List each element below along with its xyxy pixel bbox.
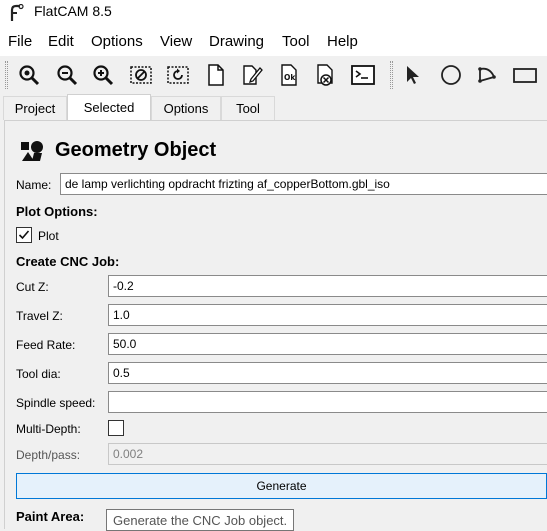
travel-z-label: Travel Z:: [16, 309, 63, 323]
shell-icon: [351, 65, 375, 85]
object-title: Geometry Object: [55, 139, 217, 161]
name-label: Name:: [16, 178, 52, 192]
menu-view[interactable]: View: [160, 33, 192, 50]
tab-selected[interactable]: Selected: [67, 94, 151, 120]
plot-label: Plot: [38, 229, 59, 243]
feed-rate-label: Feed Rate:: [16, 338, 76, 352]
cut-z-label: Cut Z:: [16, 280, 49, 294]
menu-edit[interactable]: Edit: [48, 33, 74, 50]
select-tool-icon: [407, 66, 419, 84]
replot-icon: [167, 66, 189, 84]
depth-pass-input[interactable]: 0.002: [108, 443, 547, 465]
zoom-fit-button[interactable]: [15, 62, 43, 88]
cut-z-input[interactable]: -0.2: [108, 275, 547, 297]
delete-icon: [317, 64, 333, 86]
tab-project[interactable]: Project: [3, 96, 67, 120]
tab-tool[interactable]: Tool: [221, 96, 275, 120]
geometry-object-icon: [21, 141, 43, 161]
circle-tool-button[interactable]: [437, 62, 465, 88]
checkmark-icon: [18, 230, 30, 240]
zoom-in-icon: [93, 65, 114, 86]
travel-z-input[interactable]: 1.0: [108, 304, 547, 326]
multi-depth-checkbox[interactable]: [108, 420, 124, 436]
new-project-button[interactable]: [202, 62, 230, 88]
paint-area-heading: Paint Area:: [16, 509, 85, 524]
svg-text:Ok: Ok: [284, 73, 296, 82]
generate-tooltip: Generate the CNC Job object.: [106, 509, 295, 531]
tab-tool-label: Tool: [236, 101, 260, 116]
select-tool-button[interactable]: [399, 62, 427, 88]
tool-dia-label: Tool dia:: [16, 367, 61, 381]
menu-options[interactable]: Options: [91, 33, 143, 50]
generate-button-label: Generate: [256, 479, 307, 493]
toolbar-handle-2[interactable]: [390, 61, 393, 89]
notebook-tabs: Project Selected Options Tool: [0, 94, 547, 120]
feed-rate-input[interactable]: 50.0: [108, 333, 547, 355]
clear-plot-button[interactable]: [127, 62, 155, 88]
toolbar: Ok: [0, 56, 547, 94]
zoom-in-button[interactable]: [89, 62, 117, 88]
create-cnc-heading: Create CNC Job:: [16, 254, 120, 269]
tab-project-label: Project: [14, 101, 56, 116]
generate-button[interactable]: Generate: [16, 473, 547, 499]
menu-file[interactable]: File: [8, 33, 32, 50]
update-geometry-icon: Ok: [281, 64, 297, 86]
zoom-fit-icon: [19, 65, 40, 86]
spindle-speed-input[interactable]: [108, 391, 547, 413]
menu-bar: File Edit Options View Drawing Tool Help: [0, 26, 547, 56]
zoom-out-icon: [57, 65, 78, 86]
zoom-out-button[interactable]: [53, 62, 81, 88]
tab-selected-label: Selected: [83, 100, 135, 115]
tab-options-label: Options: [163, 101, 209, 116]
edit-geometry-button[interactable]: [238, 62, 266, 88]
menu-help[interactable]: Help: [327, 33, 358, 50]
toolbar-handle[interactable]: [5, 61, 8, 89]
shell-button[interactable]: [349, 62, 377, 88]
replot-button[interactable]: [164, 62, 192, 88]
plot-options-heading: Plot Options:: [16, 204, 98, 219]
flatcam-logo-icon: [10, 4, 24, 21]
multi-depth-label: Multi-Depth:: [16, 422, 81, 436]
rectangle-tool-icon: [513, 68, 537, 83]
rectangle-tool-button[interactable]: [511, 62, 539, 88]
window-title: FlatCAM 8.5: [34, 3, 112, 19]
menu-drawing[interactable]: Drawing: [209, 33, 264, 50]
edit-geometry-icon: [243, 65, 263, 85]
depth-pass-label: Depth/pass:: [16, 448, 81, 462]
title-bar: FlatCAM 8.5: [0, 0, 547, 26]
plot-checkbox[interactable]: [16, 227, 32, 243]
menu-tool[interactable]: Tool: [282, 33, 310, 50]
clear-plot-icon: [130, 66, 152, 84]
tool-dia-input[interactable]: 0.5: [108, 362, 547, 384]
arc-tool-button[interactable]: [474, 62, 502, 88]
update-geometry-button[interactable]: Ok: [275, 62, 303, 88]
tab-options[interactable]: Options: [151, 96, 221, 120]
delete-button[interactable]: [311, 62, 339, 88]
name-input[interactable]: de lamp verlichting opdracht frizting af…: [60, 173, 547, 195]
circle-tool-icon: [441, 65, 461, 85]
new-project-icon: [208, 64, 224, 86]
spindle-speed-label: Spindle speed:: [16, 396, 96, 410]
arc-tool-icon: [478, 67, 496, 83]
